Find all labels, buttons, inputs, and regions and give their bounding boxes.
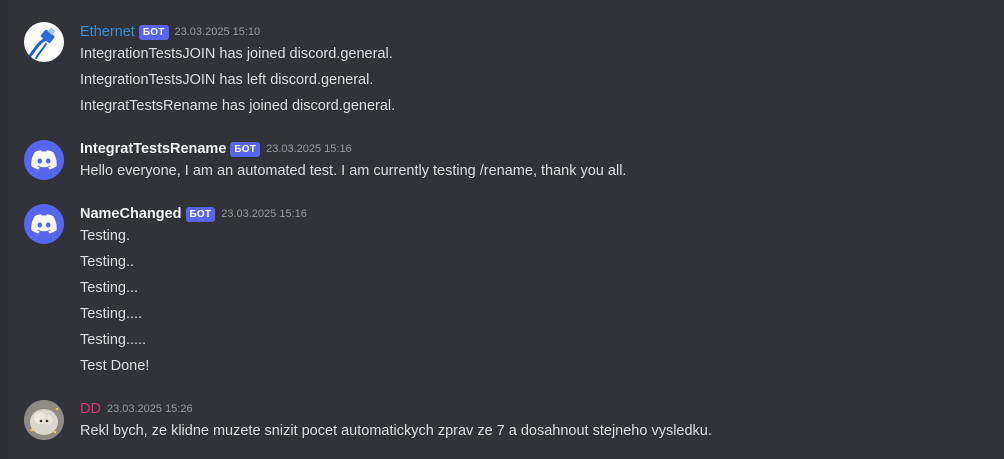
- bot-tag: БОТ: [138, 24, 169, 40]
- author-name[interactable]: Ethernet: [80, 24, 135, 40]
- message-line: Testing...: [80, 280, 139, 296]
- user-photo-avatar-image: [24, 400, 64, 440]
- message-header: NameChanged БОТ 23.03.2025 15:16: [80, 204, 307, 224]
- message-line: IntegrationTestsJOIN has left discord.ge…: [80, 72, 374, 88]
- message-line: Hello everyone, I am an automated test. …: [80, 163, 627, 179]
- message-header: IntegratTestsRename БОТ 23.03.2025 15:16: [80, 139, 352, 159]
- author-name[interactable]: IntegratTestsRename: [80, 141, 226, 157]
- timestamp[interactable]: 23.03.2025 15:10: [175, 26, 261, 38]
- message-line: Testing....: [80, 306, 143, 322]
- ethernet-avatar[interactable]: [24, 22, 64, 62]
- timestamp[interactable]: 23.03.2025 15:16: [221, 208, 307, 220]
- message-line: Testing.: [80, 228, 130, 244]
- message-header: Ethernet БОТ 23.03.2025 15:10: [80, 22, 260, 42]
- bot-tag: БОТ: [185, 206, 216, 222]
- message-line: Rekl bych, ze klidne muzete snizit pocet…: [80, 423, 712, 439]
- message-line: IntegrationTestsJOIN has joined discord.…: [80, 46, 393, 62]
- author-name[interactable]: NameChanged: [80, 206, 182, 222]
- user-photo-avatar[interactable]: [24, 400, 64, 440]
- message-header: DD 23.03.2025 15:26: [80, 399, 193, 419]
- message-line: Testing.....: [80, 332, 147, 348]
- message-line: Test Done!: [80, 358, 150, 374]
- channel-edge: [0, 0, 8, 459]
- namechanged-avatar[interactable]: [24, 204, 64, 244]
- message-line: IntegratTestsRename has joined discord.g…: [80, 98, 396, 114]
- discord-logo-icon: [31, 150, 57, 170]
- author-name[interactable]: DD: [80, 401, 101, 417]
- integrattestsrename-avatar[interactable]: [24, 140, 64, 180]
- discord-logo-icon: [31, 214, 57, 234]
- message-line: Testing..: [80, 254, 134, 270]
- ethernet-cable-icon: [28, 27, 56, 59]
- timestamp[interactable]: 23.03.2025 15:26: [107, 403, 193, 415]
- timestamp[interactable]: 23.03.2025 15:16: [266, 143, 352, 155]
- bot-tag: БОТ: [230, 141, 261, 157]
